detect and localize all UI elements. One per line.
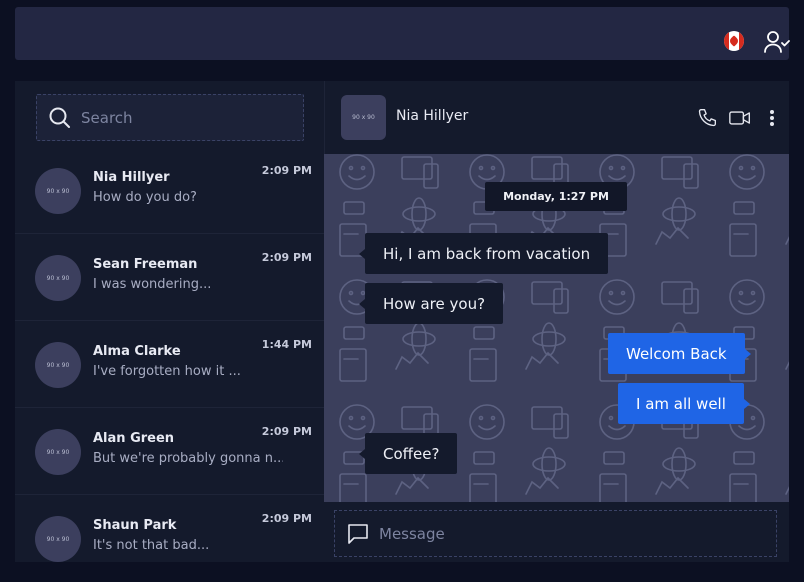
message-area[interactable]: Monday, 1:27 PM Hi, I am back from vacat… [324, 154, 789, 502]
message-incoming: How are you? [358, 283, 504, 324]
contacts-sidebar: 90 x 90 Nia Hillyer How do you do? 2:09 … [15, 81, 324, 562]
message-outgoing: Welcom Back [608, 333, 751, 374]
chat-title: Nia Hillyer [396, 108, 469, 124]
contact-item-alan-green[interactable]: 90 x 90 Alan Green But we're probably go… [15, 409, 324, 495]
top-bar [15, 7, 791, 60]
search-box[interactable] [36, 94, 304, 141]
avatar: 90 x 90 [35, 255, 81, 301]
message-incoming: Coffee? [358, 433, 458, 474]
contact-time: 2:09 PM [261, 425, 312, 438]
phone-icon[interactable] [697, 108, 717, 128]
chat-header: 90 x 90 Nia Hillyer [324, 81, 789, 154]
contact-item-shaun-park[interactable]: 90 x 90 Shaun Park It's not that bad... … [15, 496, 324, 562]
contact-item-alma-clarke[interactable]: 90 x 90 Alma Clarke I've forgotten how i… [15, 322, 324, 408]
message-composer [324, 502, 789, 562]
chat-pane: 90 x 90 Nia Hillyer Monday, 1:27 PM Hi, … [324, 81, 789, 562]
message-outgoing: I am all well [618, 383, 750, 424]
avatar: 90 x 90 [35, 168, 81, 214]
contact-name: Sean Freeman [93, 257, 198, 272]
contact-preview: But we're probably gonna n... [93, 451, 283, 466]
contact-name: Shaun Park [93, 518, 177, 533]
canada-flag-icon[interactable] [724, 31, 744, 51]
chat-bubble-icon [348, 524, 368, 544]
contact-time: 2:09 PM [261, 164, 312, 177]
contact-time: 2:09 PM [261, 512, 312, 525]
contact-preview: I was wondering... [93, 277, 212, 292]
contact-preview: It's not that bad... [93, 538, 210, 553]
contact-preview: How do you do? [93, 190, 197, 205]
more-vertical-icon[interactable] [769, 108, 775, 128]
avatar: 90 x 90 [35, 516, 81, 562]
messenger-panel: 90 x 90 Nia Hillyer How do you do? 2:09 … [15, 81, 789, 562]
contact-name: Nia Hillyer [93, 170, 170, 185]
contact-item-nia-hillyer[interactable]: 90 x 90 Nia Hillyer How do you do? 2:09 … [15, 148, 324, 234]
message-box[interactable] [334, 510, 777, 557]
user-check-icon[interactable] [763, 30, 791, 54]
message-input[interactable] [379, 511, 759, 556]
contact-time: 2:09 PM [261, 251, 312, 264]
contact-item-sean-freeman[interactable]: 90 x 90 Sean Freeman I was wondering... … [15, 235, 324, 321]
search-input[interactable] [81, 95, 291, 140]
chat-avatar: 90 x 90 [341, 95, 386, 140]
search-icon [49, 107, 70, 128]
avatar: 90 x 90 [35, 342, 81, 388]
contact-time: 1:44 PM [261, 338, 312, 351]
video-camera-icon[interactable] [729, 108, 751, 128]
contact-name: Alma Clarke [93, 344, 181, 359]
avatar: 90 x 90 [35, 429, 81, 475]
message-incoming: Hi, I am back from vacation [358, 233, 609, 274]
date-separator: Monday, 1:27 PM [485, 182, 627, 211]
contact-preview: I've forgotten how it ... [93, 364, 241, 379]
contact-name: Alan Green [93, 431, 175, 446]
